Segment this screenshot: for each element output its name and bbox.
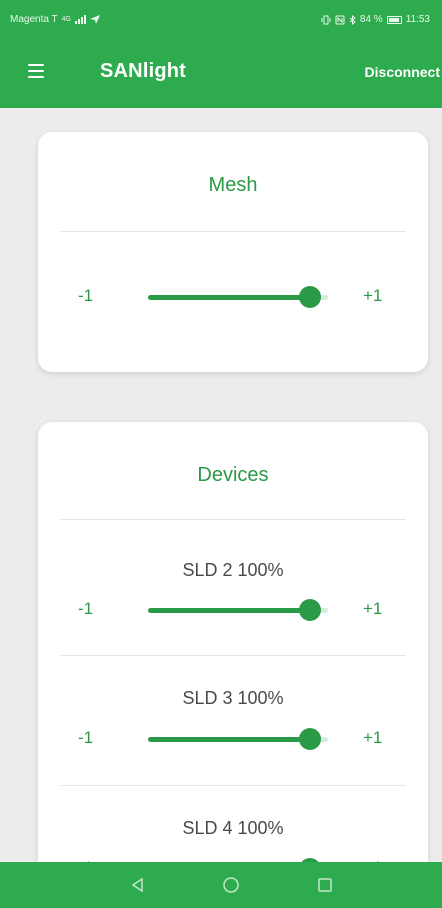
devices-title: Devices	[197, 464, 269, 486]
disconnect-button[interactable]: Disconnect	[365, 64, 440, 80]
device-name: SLD 2 100%	[182, 560, 284, 580]
app-bar: SANlight Disconnect	[0, 38, 442, 108]
mesh-increase-label[interactable]: +1	[363, 286, 382, 306]
device-increase-label[interactable]: +1	[363, 728, 382, 748]
mesh-decrease-label[interactable]: -1	[78, 286, 93, 306]
nfc-icon	[335, 15, 345, 24]
clock: 11:53	[405, 14, 430, 25]
mesh-card: Mesh -1 +1	[38, 132, 428, 372]
network-type-label: 4G	[61, 16, 71, 23]
device-decrease-label[interactable]: -1	[78, 599, 93, 619]
devices-divider	[60, 519, 406, 520]
devices-card: Devices SLD 2 100% -1 +1 SLD 3 100% -1 +…	[38, 422, 428, 892]
device-slider-track[interactable]	[148, 728, 328, 750]
device-name: SLD 3 100%	[182, 688, 284, 708]
device-slider-row: -1 +1	[38, 595, 428, 625]
recent-apps-square-icon[interactable]	[315, 875, 335, 895]
device-name: SLD 4 100%	[182, 818, 284, 838]
app-title: SANlight	[100, 60, 187, 82]
battery-icon	[386, 15, 402, 24]
device-divider	[60, 785, 406, 786]
home-circle-icon[interactable]	[221, 875, 241, 895]
device-slider-fill	[148, 608, 310, 613]
bluetooth-icon	[349, 14, 356, 25]
device-slider-row: -1 +1	[38, 724, 428, 754]
device-slider-track[interactable]	[148, 599, 328, 621]
device-divider	[60, 655, 406, 656]
device-decrease-label[interactable]: -1	[78, 728, 93, 748]
battery-percent: 84 %	[359, 14, 383, 25]
device-slider-thumb[interactable]	[299, 599, 321, 621]
location-icon	[89, 15, 100, 24]
mesh-title: Mesh	[208, 174, 258, 196]
menu-icon[interactable]	[26, 61, 48, 81]
navigation-bar	[0, 862, 442, 908]
vibrate-icon	[321, 15, 331, 24]
device-slider-thumb[interactable]	[299, 728, 321, 750]
status-bar: Magenta T 4G 84 % 11:53	[0, 0, 442, 38]
status-left: Magenta T 4G	[10, 14, 100, 25]
back-triangle-icon[interactable]	[128, 875, 148, 895]
mesh-slider-track[interactable]	[148, 286, 328, 308]
device-increase-label[interactable]: +1	[363, 599, 382, 619]
mesh-slider-fill	[148, 295, 310, 300]
device-slider-fill	[148, 737, 310, 742]
mesh-divider	[60, 231, 406, 232]
signal-icon	[74, 15, 86, 24]
mesh-slider-thumb[interactable]	[299, 286, 321, 308]
mesh-slider-row: -1 +1	[38, 282, 428, 312]
carrier-label: Magenta T	[10, 14, 58, 25]
status-right: 84 % 11:53	[321, 14, 430, 25]
